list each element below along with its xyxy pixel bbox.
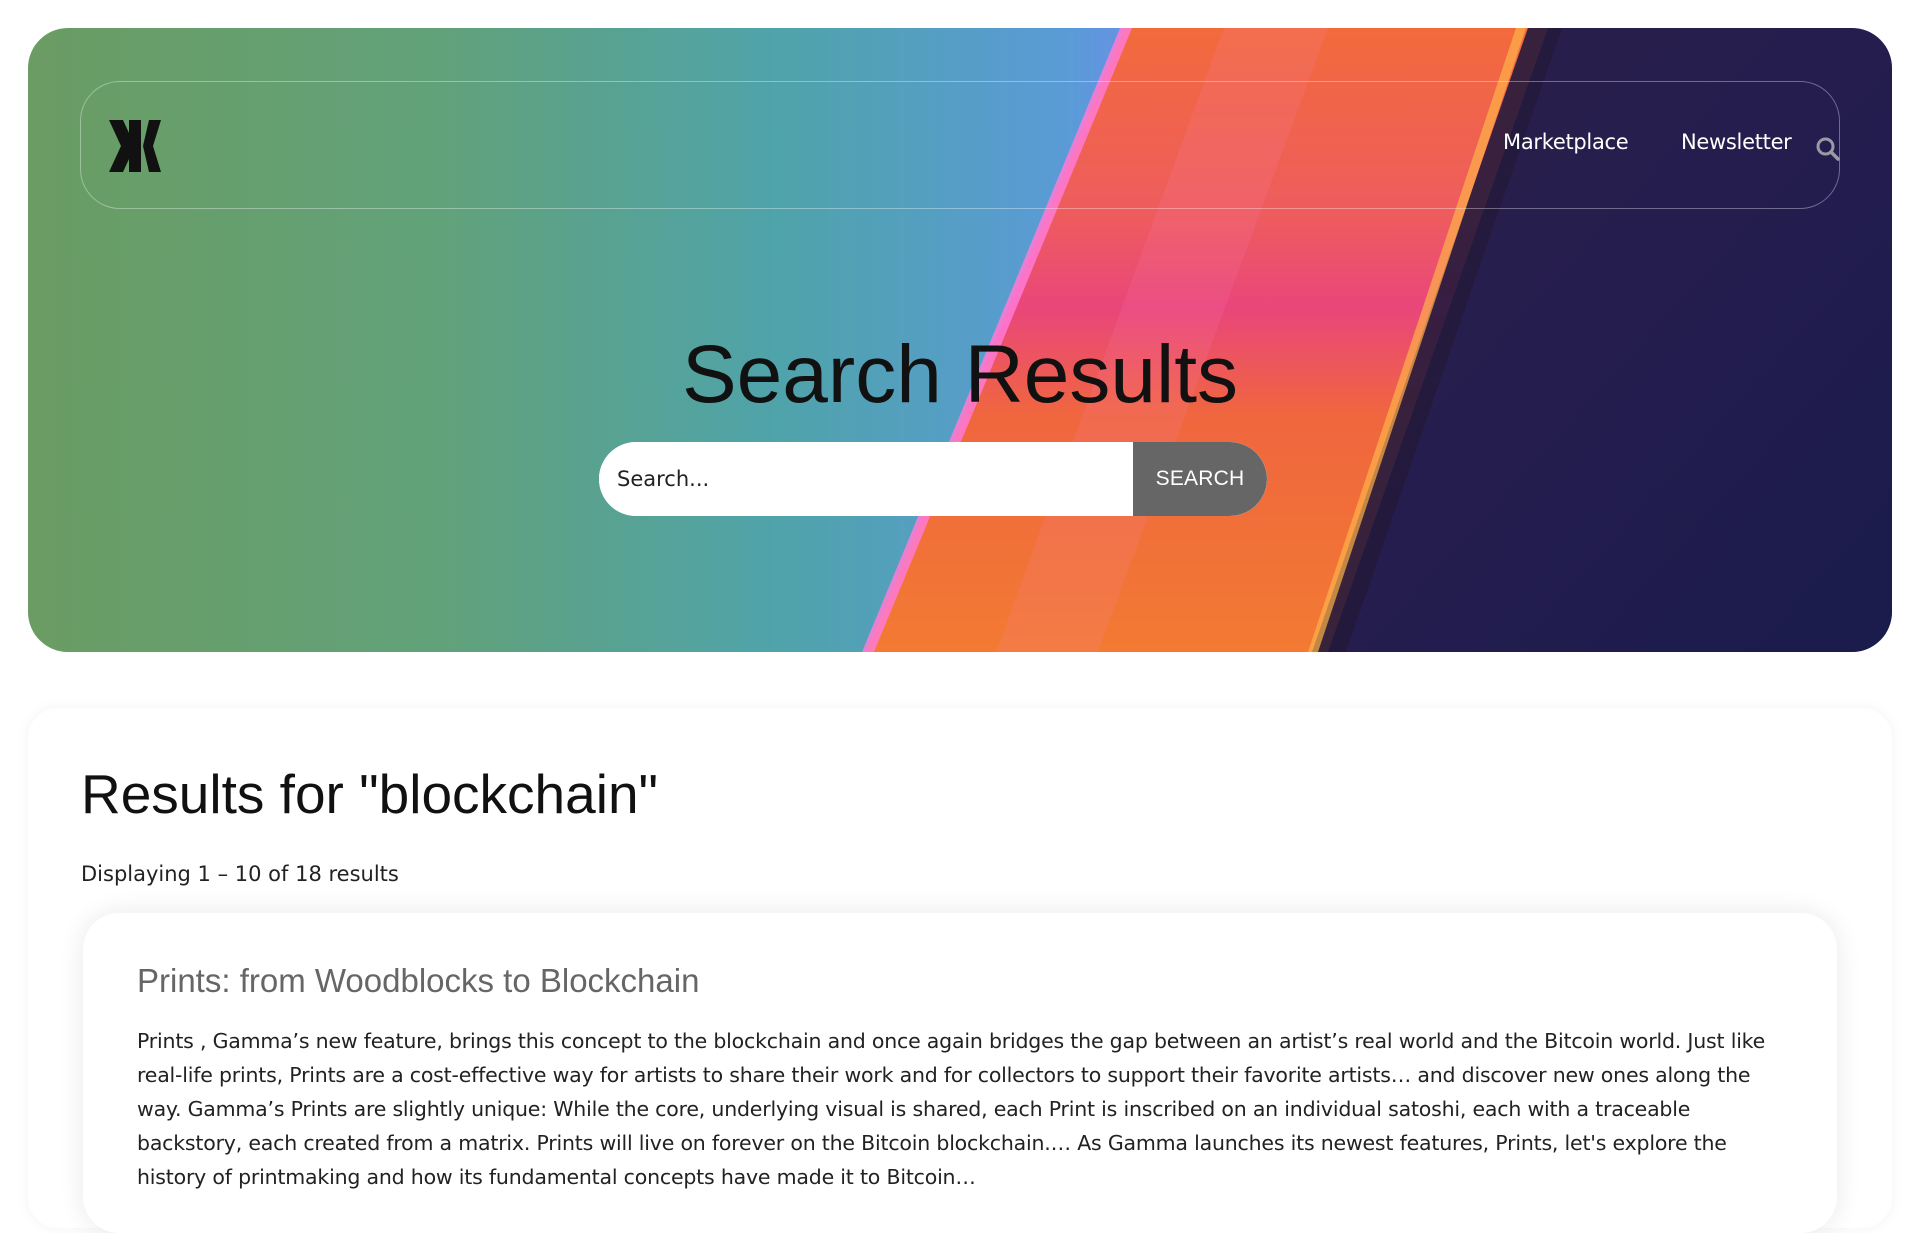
search-form: SEARCH [599, 442, 1267, 516]
hero-banner: Marketplace Newsletter Search Results [28, 28, 1892, 652]
nav-newsletter-link[interactable]: Newsletter [1681, 130, 1792, 154]
result-title-link[interactable]: Prints: from Woodblocks to Blockchain [137, 962, 699, 1000]
gamma-logo-icon[interactable] [107, 118, 163, 174]
page-title: Search Results [681, 329, 1239, 420]
search-input[interactable] [599, 442, 1133, 516]
results-count: Displaying 1 – 10 of 18 results [81, 862, 399, 886]
search-button[interactable]: SEARCH [1133, 442, 1267, 516]
top-navigation: Marketplace Newsletter [80, 81, 1840, 209]
nav-marketplace-link[interactable]: Marketplace [1503, 130, 1629, 154]
search-icon[interactable] [1815, 136, 1841, 162]
results-heading: Results for "blockchain" [81, 763, 659, 825]
result-excerpt: Prints , Gamma’s new feature, brings thi… [137, 1029, 1766, 1189]
